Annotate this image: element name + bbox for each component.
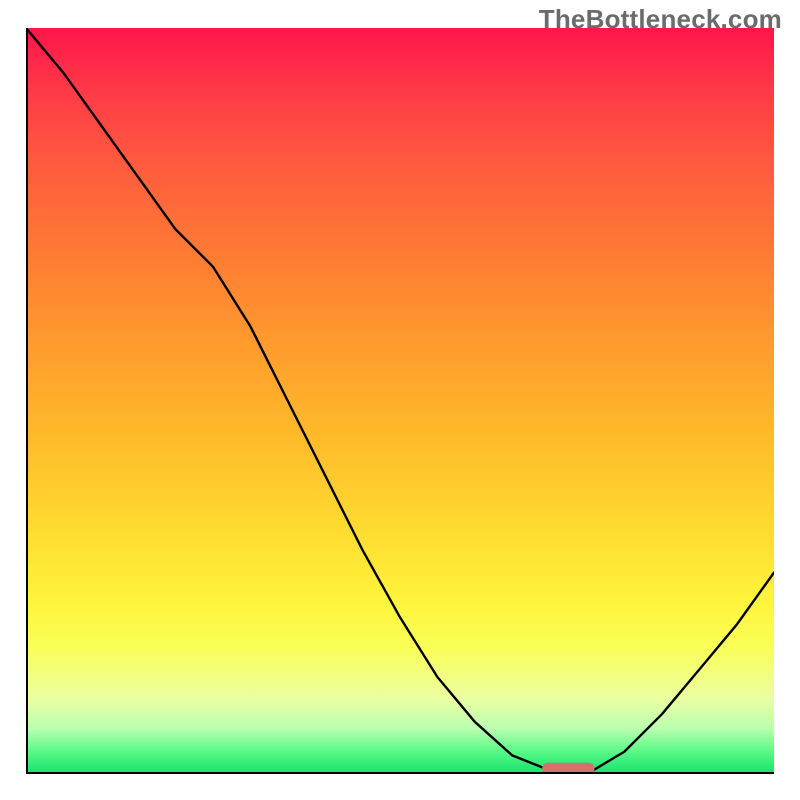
y-axis	[26, 28, 28, 774]
watermark-text: TheBottleneck.com	[539, 4, 782, 35]
plot-background	[26, 28, 774, 774]
chart-frame: TheBottleneck.com	[0, 0, 800, 800]
x-axis	[26, 772, 774, 774]
